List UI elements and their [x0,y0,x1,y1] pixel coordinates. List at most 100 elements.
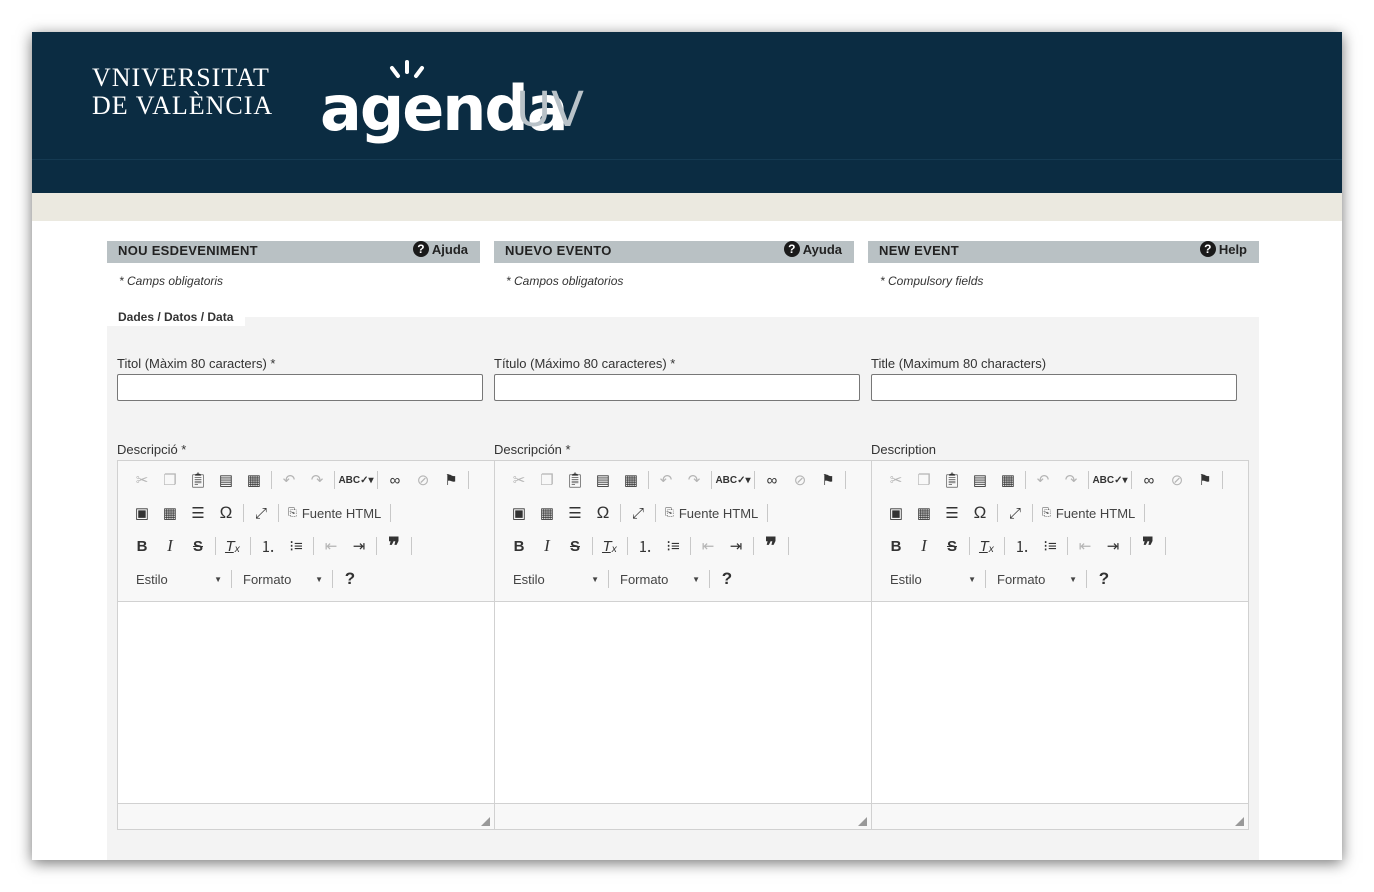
format-dropdown[interactable]: Formato ▼ [989,566,1083,592]
paste-icon[interactable]: 📋︎ [938,467,966,493]
maximize-icon[interactable]: ⤢ [1001,500,1029,526]
indent-icon[interactable]: ⇥ [1099,533,1127,559]
outdent-icon[interactable]: ⇤ [317,533,345,559]
outdent-icon[interactable]: ⇤ [694,533,722,559]
table-icon[interactable]: ▦ [533,500,561,526]
help-icon[interactable]: ? [336,566,364,592]
cut-icon[interactable]: ✂ [505,467,533,493]
blockquote-icon[interactable]: ❞ [1134,533,1162,559]
style-dropdown[interactable]: Estilo ▼ [128,566,228,592]
paste-word-icon[interactable]: ▦ [994,467,1022,493]
copy-icon[interactable]: ❐ [156,467,184,493]
cut-icon[interactable]: ✂ [128,467,156,493]
blockquote-icon[interactable]: ❞ [380,533,408,559]
image-icon[interactable]: ▣ [128,500,156,526]
undo-icon[interactable]: ↶ [275,467,303,493]
link-icon[interactable]: ∞ [1135,467,1163,493]
bulleted-list-icon[interactable]: ⁝≡ [282,533,310,559]
strikethrough-icon[interactable]: S [938,533,966,559]
remove-format-icon[interactable]: T̲ₓ [973,533,1001,559]
copy-icon[interactable]: ❐ [533,467,561,493]
horizontal-line-icon[interactable]: ☰ [938,500,966,526]
undo-icon[interactable]: ↶ [652,467,680,493]
special-char-icon[interactable]: Ω [589,500,617,526]
special-char-icon[interactable]: Ω [966,500,994,526]
copy-icon[interactable]: ❐ [910,467,938,493]
table-icon[interactable]: ▦ [910,500,938,526]
bold-icon[interactable]: B [882,533,910,559]
strikethrough-icon[interactable]: S [561,533,589,559]
paste-text-icon[interactable]: ▤ [212,467,240,493]
resize-handle-icon[interactable] [858,817,867,826]
style-dropdown[interactable]: Estilo ▼ [882,566,982,592]
numbered-list-icon[interactable]: ⒈ [631,533,659,559]
remove-format-icon[interactable]: T̲ₓ [596,533,624,559]
blockquote-icon[interactable]: ❞ [757,533,785,559]
horizontal-line-icon[interactable]: ☰ [561,500,589,526]
resize-handle-icon[interactable] [481,817,490,826]
bulleted-list-icon[interactable]: ⁝≡ [659,533,687,559]
help-icon[interactable]: ? [713,566,741,592]
numbered-list-icon[interactable]: ⒈ [254,533,282,559]
anchor-flag-icon[interactable]: ⚑ [437,467,465,493]
cut-icon[interactable]: ✂ [882,467,910,493]
strikethrough-icon[interactable]: S [184,533,212,559]
spellcheck-icon[interactable]: ABC✓▾ [715,467,751,493]
table-icon[interactable]: ▦ [156,500,184,526]
paste-word-icon[interactable]: ▦ [617,467,645,493]
source-html-button[interactable]: ⎘ Fuente HTML [659,500,764,526]
special-char-icon[interactable]: Ω [212,500,240,526]
anchor-flag-icon[interactable]: ⚑ [1191,467,1219,493]
undo-icon[interactable]: ↶ [1029,467,1057,493]
help-icon[interactable]: ? [1090,566,1118,592]
horizontal-line-icon[interactable]: ☰ [184,500,212,526]
redo-icon[interactable]: ↷ [303,467,331,493]
maximize-icon[interactable]: ⤢ [624,500,652,526]
unlink-icon[interactable]: ⊘ [409,467,437,493]
image-icon[interactable]: ▣ [505,500,533,526]
link-icon[interactable]: ∞ [381,467,409,493]
title-input-spanish[interactable] [494,374,860,401]
paste-word-icon[interactable]: ▦ [240,467,268,493]
help-link[interactable]: ? Help [1199,241,1247,257]
italic-icon[interactable]: I [533,533,561,559]
paste-text-icon[interactable]: ▤ [966,467,994,493]
redo-icon[interactable]: ↷ [1057,467,1085,493]
outdent-icon[interactable]: ⇤ [1071,533,1099,559]
bulleted-list-icon[interactable]: ⁝≡ [1036,533,1064,559]
tab-data[interactable]: Dades / Datos / Data [107,306,245,326]
title-input-english[interactable] [871,374,1237,401]
bold-icon[interactable]: B [505,533,533,559]
image-icon[interactable]: ▣ [882,500,910,526]
maximize-icon[interactable]: ⤢ [247,500,275,526]
editor-content-area[interactable] [118,601,494,804]
paste-text-icon[interactable]: ▤ [589,467,617,493]
format-dropdown[interactable]: Formato ▼ [235,566,329,592]
university-logo[interactable]: VNIVERSITAT DE VALÈNCIA [92,64,273,120]
unlink-icon[interactable]: ⊘ [1163,467,1191,493]
resize-handle-icon[interactable] [1235,817,1244,826]
remove-format-icon[interactable]: T̲ₓ [219,533,247,559]
source-html-button[interactable]: ⎘ Fuente HTML [1036,500,1141,526]
paste-icon[interactable]: 📋︎ [184,467,212,493]
paste-icon[interactable]: 📋︎ [561,467,589,493]
indent-icon[interactable]: ⇥ [722,533,750,559]
help-link[interactable]: ? Ayuda [783,241,842,257]
title-input-catalan[interactable] [117,374,483,401]
redo-icon[interactable]: ↷ [680,467,708,493]
unlink-icon[interactable]: ⊘ [786,467,814,493]
bold-icon[interactable]: B [128,533,156,559]
anchor-flag-icon[interactable]: ⚑ [814,467,842,493]
numbered-list-icon[interactable]: ⒈ [1008,533,1036,559]
source-html-button[interactable]: ⎘ Fuente HTML [282,500,387,526]
help-link[interactable]: ? Ajuda [412,241,468,257]
italic-icon[interactable]: I [156,533,184,559]
editor-content-area[interactable] [872,601,1248,804]
link-icon[interactable]: ∞ [758,467,786,493]
spellcheck-icon[interactable]: ABC✓▾ [338,467,374,493]
italic-icon[interactable]: I [910,533,938,559]
spellcheck-icon[interactable]: ABC✓▾ [1092,467,1128,493]
style-dropdown[interactable]: Estilo ▼ [505,566,605,592]
editor-content-area[interactable] [495,601,871,804]
format-dropdown[interactable]: Formato ▼ [612,566,706,592]
